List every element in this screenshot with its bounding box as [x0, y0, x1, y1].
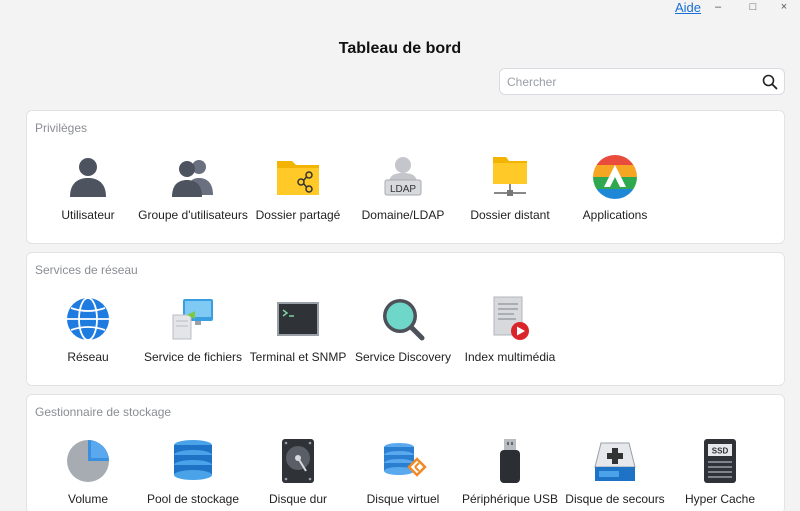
- user-group-icon: [169, 153, 217, 201]
- discovery-magnifier-icon: [379, 295, 427, 343]
- tile-utilisateur[interactable]: Utilisateur: [33, 153, 143, 223]
- volume-pie-icon: [64, 437, 112, 485]
- tile-groupe-utilisateurs[interactable]: Groupe d'utilisateurs: [138, 153, 248, 223]
- svg-text:SSD: SSD: [712, 447, 729, 456]
- tile-label: Volume: [67, 492, 109, 506]
- tile-applications[interactable]: Applications: [560, 153, 670, 223]
- user-icon: [64, 153, 112, 201]
- terminal-icon: [274, 295, 322, 343]
- tile-label: Pool de stockage: [146, 492, 240, 506]
- tile-label: Domaine/LDAP: [361, 208, 445, 222]
- storage-pool-icon: [169, 437, 217, 485]
- search-input[interactable]: [507, 73, 757, 91]
- shared-folder-icon: [274, 153, 322, 201]
- tile-label: Service de fichiers: [143, 350, 243, 364]
- page-title: Tableau de bord: [338, 40, 462, 57]
- tile-label: Index multimédia: [464, 350, 556, 364]
- applications-icon: [591, 153, 639, 201]
- tile-disque-dur[interactable]: Disque dur: [243, 437, 353, 507]
- file-service-icon: [169, 295, 217, 343]
- tile-reseau[interactable]: Réseau: [33, 295, 143, 365]
- media-index-icon: [486, 295, 534, 343]
- maximize-button[interactable]: □: [743, 0, 763, 16]
- remote-folder-icon: [486, 153, 534, 201]
- tile-disque-secours[interactable]: Disque de secours: [560, 437, 670, 507]
- search-icon[interactable]: [762, 74, 778, 90]
- ldap-icon: LDAP: [379, 153, 427, 201]
- tile-dossier-partage[interactable]: Dossier partagé: [243, 153, 353, 223]
- tile-label: Terminal et SNMP: [249, 350, 347, 364]
- section-network-services: Services de réseau Réseau Service de fic…: [26, 252, 785, 386]
- tile-label: Disque de secours: [565, 492, 665, 506]
- tile-label: Disque dur: [268, 492, 328, 506]
- svg-text:LDAP: LDAP: [390, 184, 416, 195]
- tile-label: Service Discovery: [354, 350, 452, 364]
- section-title: Services de réseau: [35, 263, 138, 277]
- section-title: Gestionnaire de stockage: [35, 405, 172, 419]
- tile-label: Groupe d'utilisateurs: [138, 208, 248, 222]
- tile-disque-virtuel[interactable]: Disque virtuel: [348, 437, 458, 507]
- tile-label: Disque virtuel: [366, 492, 440, 506]
- tile-index-multimedia[interactable]: Index multimédia: [455, 295, 565, 365]
- tile-service-fichiers[interactable]: Service de fichiers: [138, 295, 248, 365]
- section-privileges: Privilèges Utilisateur Groupe d'utilisat…: [26, 110, 785, 244]
- window-titlebar: Aide – □ ×: [0, 0, 800, 18]
- tile-label: Utilisateur: [61, 208, 115, 222]
- section-storage-manager: Gestionnaire de stockage Volume Pool de …: [26, 394, 785, 511]
- tile-label: Réseau: [67, 350, 109, 364]
- section-title: Privilèges: [35, 121, 88, 135]
- tile-label: Périphérique USB: [461, 492, 559, 506]
- tile-label: Hyper Cache: [684, 492, 756, 506]
- virtual-disk-icon: [379, 437, 427, 485]
- ssd-cache-icon: SSD: [696, 437, 744, 485]
- tile-service-discovery[interactable]: Service Discovery: [348, 295, 458, 365]
- tile-hyper-cache[interactable]: SSD Hyper Cache: [665, 437, 775, 507]
- tile-peripherique-usb[interactable]: Périphérique USB: [455, 437, 565, 507]
- tile-label: Dossier partagé: [255, 208, 341, 222]
- usb-device-icon: [486, 437, 534, 485]
- spare-disk-icon: [591, 437, 639, 485]
- tile-label: Applications: [582, 208, 648, 222]
- help-link[interactable]: Aide: [675, 0, 701, 15]
- minimize-button[interactable]: –: [708, 0, 728, 16]
- tile-pool-stockage[interactable]: Pool de stockage: [138, 437, 248, 507]
- search-box: [499, 68, 785, 95]
- tile-dossier-distant[interactable]: Dossier distant: [455, 153, 565, 223]
- tile-volume[interactable]: Volume: [33, 437, 143, 507]
- tile-label: Dossier distant: [470, 208, 550, 222]
- tile-domaine-ldap[interactable]: LDAP Domaine/LDAP: [348, 153, 458, 223]
- close-button[interactable]: ×: [774, 0, 794, 16]
- tile-terminal-snmp[interactable]: Terminal et SNMP: [243, 295, 353, 365]
- network-globe-icon: [64, 295, 112, 343]
- hard-disk-icon: [274, 437, 322, 485]
